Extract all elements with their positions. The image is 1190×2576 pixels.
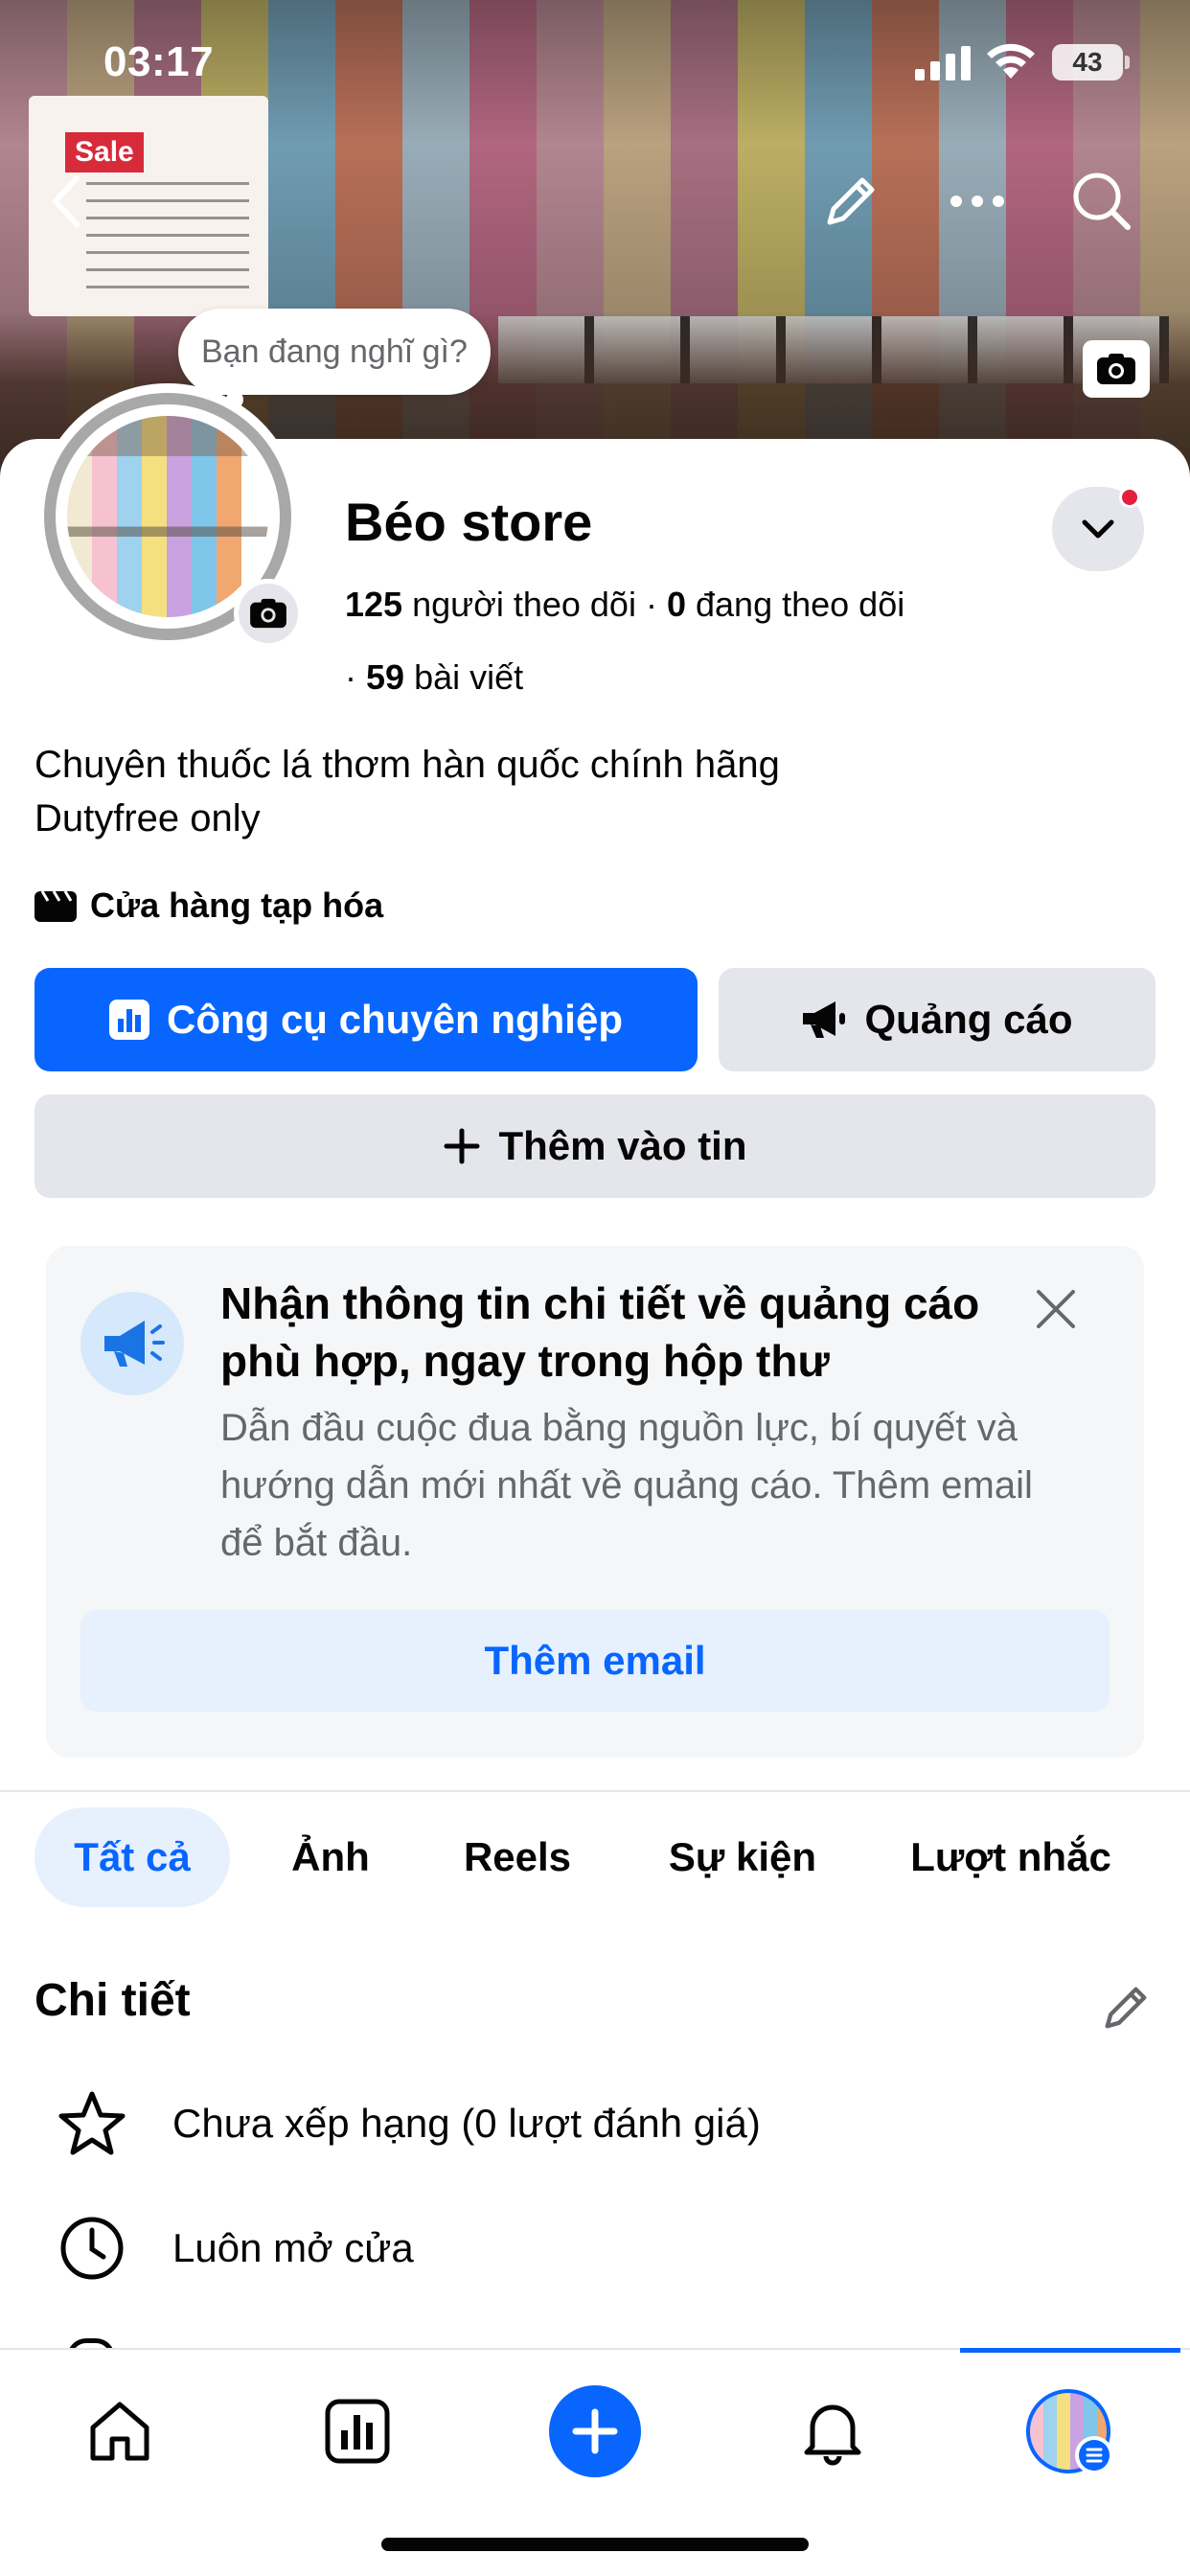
following-label: đang theo dõi xyxy=(696,585,905,624)
edit-details-button[interactable] xyxy=(1092,1974,1159,2041)
battery-level: 43 xyxy=(1072,47,1103,77)
create-icon xyxy=(549,2385,641,2477)
edit-icon xyxy=(827,177,875,225)
ads-label: Quảng cáo xyxy=(864,997,1073,1042)
star-icon xyxy=(54,2085,130,2162)
details-heading: Chi tiết xyxy=(34,1975,191,2026)
posts-count: 59 xyxy=(366,657,405,697)
tab-mentions[interactable]: Lượt nhắc xyxy=(891,1807,1131,1907)
card-description: Dẫn đầu cuộc đua bằng nguồn lực, bí quyế… xyxy=(220,1407,1033,1564)
search-button[interactable] xyxy=(1064,163,1140,240)
followers-label: người theo dõi xyxy=(412,585,636,624)
nav-notifications[interactable] xyxy=(780,2379,885,2484)
edit-cover-button[interactable] xyxy=(1083,340,1150,398)
tab-all[interactable]: Tất cả xyxy=(34,1807,230,1907)
home-indicator xyxy=(381,2538,809,2551)
home-icon xyxy=(90,2402,149,2461)
ads-button[interactable]: Quảng cáo xyxy=(719,968,1156,1071)
dismiss-card-button[interactable] xyxy=(1027,1280,1085,1338)
page-name: Béo store xyxy=(345,492,593,552)
more-button[interactable] xyxy=(939,163,1016,240)
notification-dot xyxy=(1119,487,1140,508)
nav-profile[interactable] xyxy=(1016,2379,1121,2484)
stat-separator: · xyxy=(345,657,366,697)
ad-insights-card: Nhận thông tin chi tiết về quảng cáo phù… xyxy=(46,1246,1144,1758)
card-title: Nhận thông tin chi tiết về quảng cáo phù… xyxy=(220,1278,980,1386)
status-time: 03:17 xyxy=(103,38,215,85)
tab-photos[interactable]: Ảnh xyxy=(268,1807,393,1907)
bio-line: Chuyên thuốc lá thơm hàn quốc chính hãng xyxy=(34,744,780,786)
status-bar: 03:17 43 xyxy=(0,0,1190,125)
professional-tools-label: Công cụ chuyên nghiệp xyxy=(166,997,623,1042)
following-count: 0 xyxy=(666,585,686,624)
section-divider xyxy=(0,1790,1190,1792)
edit-icon xyxy=(1105,1987,1147,2029)
tab-reels[interactable]: Reels xyxy=(441,1807,594,1907)
plus-icon xyxy=(444,1128,480,1164)
dashboard-icon xyxy=(325,2399,390,2464)
menu-badge-icon xyxy=(1075,2436,1113,2474)
megaphone-icon xyxy=(803,1001,846,1038)
more-icon xyxy=(950,196,1004,207)
profile-switch-button[interactable] xyxy=(1052,487,1144,571)
edit-avatar-button[interactable] xyxy=(234,579,303,648)
rating-row[interactable]: Chưa xếp hạng (0 lượt đánh giá) xyxy=(54,2085,761,2162)
add-to-story-label: Thêm vào tin xyxy=(498,1123,747,1168)
add-to-story-button[interactable]: Thêm vào tin xyxy=(34,1094,1156,1198)
category-icon xyxy=(34,890,77,922)
avatar-image xyxy=(67,416,268,617)
nav-dashboard[interactable] xyxy=(305,2379,410,2484)
back-button[interactable] xyxy=(29,163,105,240)
posts-label: bài viết xyxy=(414,657,524,697)
chart-icon xyxy=(108,1000,149,1040)
edit-button[interactable] xyxy=(812,163,889,240)
chevron-down-icon xyxy=(1082,519,1114,539)
megaphone-badge xyxy=(80,1292,184,1395)
close-icon xyxy=(1037,1290,1075,1328)
tab-events[interactable]: Sự kiện xyxy=(652,1807,834,1907)
nav-home[interactable] xyxy=(67,2379,172,2484)
professional-tools-button[interactable]: Công cụ chuyên nghiệp xyxy=(34,968,698,1071)
thought-bubble[interactable]: Bạn đang nghĩ gì? xyxy=(178,309,491,395)
camera-icon xyxy=(1097,354,1135,384)
active-tab-indicator xyxy=(960,2348,1180,2353)
sign-lines xyxy=(86,182,249,297)
wifi-icon xyxy=(987,43,1035,79)
hours-row[interactable]: Luôn mở cửa xyxy=(54,2210,414,2287)
rating-text: Chưa xếp hạng (0 lượt đánh giá) xyxy=(172,2101,761,2146)
notifications-icon xyxy=(804,2404,861,2466)
clock-icon xyxy=(54,2210,130,2287)
battery-icon: 43 xyxy=(1052,44,1130,80)
back-icon xyxy=(53,175,80,227)
camera-icon xyxy=(250,598,286,629)
category-label: Cửa hàng tạp hóa xyxy=(90,886,384,925)
stat-separator: · xyxy=(645,585,667,624)
search-icon xyxy=(1073,172,1131,230)
page-category: Cửa hàng tạp hóa xyxy=(34,886,383,926)
megaphone-icon xyxy=(104,1321,165,1367)
followers-count: 125 xyxy=(345,585,403,624)
add-email-button[interactable]: Thêm email xyxy=(80,1610,1110,1712)
hours-text: Luôn mở cửa xyxy=(172,2225,414,2270)
nav-create[interactable] xyxy=(542,2379,648,2484)
follow-stats[interactable]: 125 người theo dõi · 0 đang theo dõi xyxy=(345,585,904,625)
bio-line: Dutyfree only xyxy=(34,797,261,840)
cellular-signal-icon xyxy=(915,46,971,80)
page-bio: Chuyên thuốc lá thơm hàn quốc chính hãng… xyxy=(34,738,780,845)
posts-stats[interactable]: · 59 bài viết xyxy=(345,657,523,698)
